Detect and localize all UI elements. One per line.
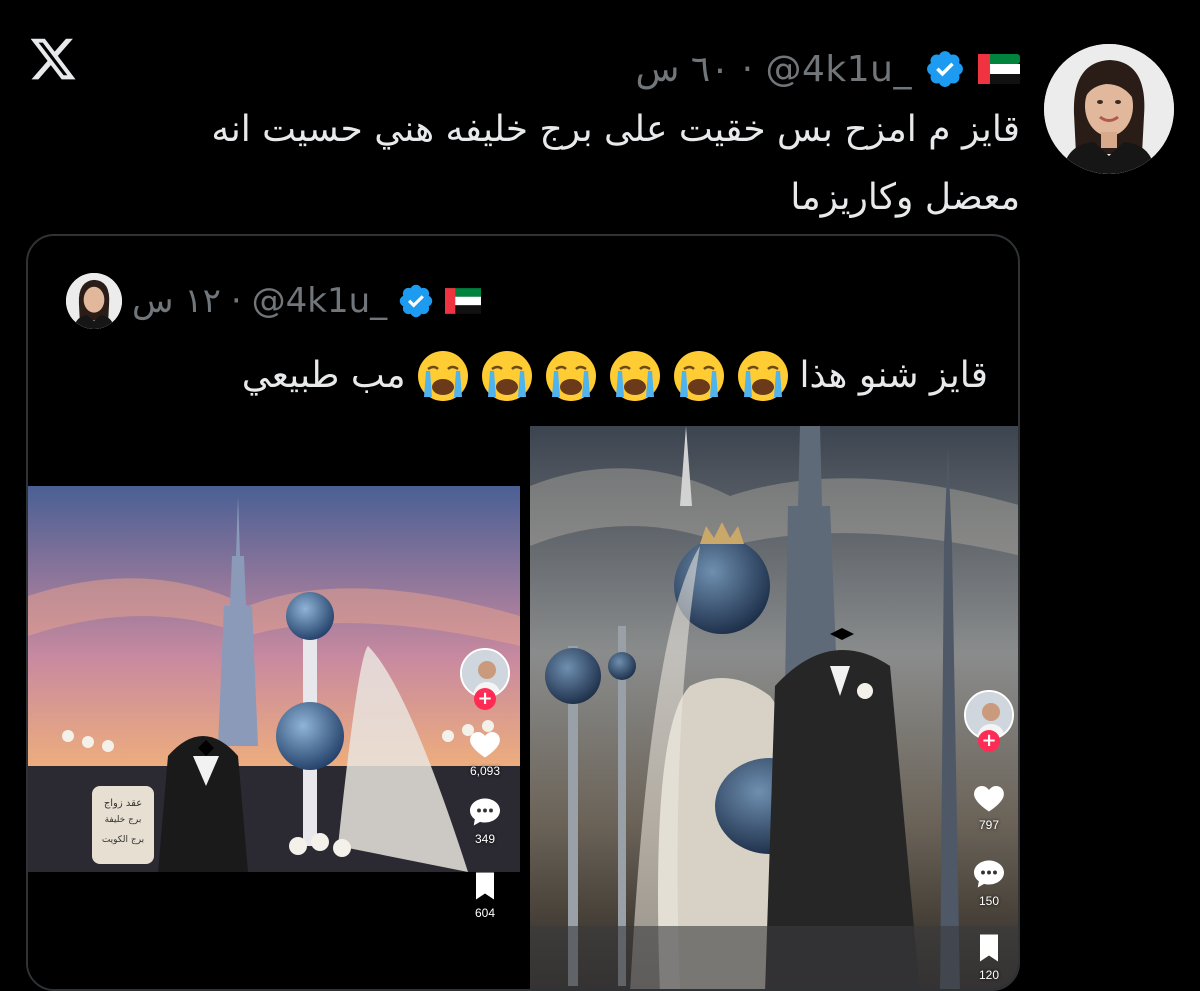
avatar-portrait [1044, 44, 1174, 174]
author-avatar[interactable] [1044, 44, 1174, 174]
wedding-tower-image-1: عقد زواج برج خليفة برج الكويت [28, 486, 520, 872]
follow-plus-icon[interactable]: + [978, 730, 1000, 752]
like-count: 6,093 [469, 764, 501, 778]
svg-text:عقد زواج: عقد زواج [104, 798, 142, 809]
quoted-text: قايز شنو هذا [799, 355, 988, 396]
quoted-author-avatar[interactable] [66, 273, 122, 329]
heart-icon[interactable] [467, 726, 503, 762]
tweet-text-line: معضل وكاريزما [790, 177, 1020, 218]
media-right[interactable]: + 797 150 120 [530, 426, 1018, 989]
emoji-row [416, 349, 790, 403]
quoted-tweet-header: ١٢ س · @4k1u_ [132, 276, 482, 326]
author-handle[interactable]: @4k1u_ [766, 49, 912, 90]
tiktok-side-actions: + 6,093 349 604 [460, 648, 510, 920]
tweet-header: ٦٠ س · @4k1u_ [636, 44, 1020, 94]
media-left[interactable]: عقد زواج برج خليفة برج الكويت + 6,093 34… [28, 426, 524, 989]
bookmark-icon[interactable] [971, 930, 1007, 966]
comment-icon[interactable] [971, 856, 1007, 892]
verified-badge-icon[interactable] [397, 282, 435, 320]
wedding-tower-image-2 [530, 426, 1018, 989]
heart-icon[interactable] [971, 780, 1007, 816]
uae-flag-icon [978, 54, 1020, 84]
save-count: 120 [978, 968, 1000, 982]
uae-flag-icon [445, 288, 482, 314]
crying-face-emoji [737, 351, 788, 401]
quoted-tweet-card[interactable]: ١٢ س · @4k1u_ قايز شنو هذا مب طبيعي عقد … [26, 234, 1020, 991]
avatar-portrait [66, 273, 122, 329]
save-count: 604 [474, 906, 496, 920]
quoted-tweet-body: قايز شنو هذا مب طبيعي [58, 348, 988, 404]
tweet-time[interactable]: ٦٠ س [636, 49, 730, 90]
crying-face-emoji [417, 351, 468, 401]
bookmark-icon[interactable] [467, 868, 503, 904]
quoted-handle[interactable]: @4k1u_ [252, 281, 388, 321]
verified-badge-icon[interactable] [924, 48, 966, 90]
svg-text:برج الكويت: برج الكويت [102, 835, 144, 845]
crying-face-emoji [609, 351, 660, 401]
follow-plus-icon[interactable]: + [474, 688, 496, 710]
comment-count: 150 [978, 894, 1000, 908]
tweet-text-line: قايز م امزح بس خقيت على برج خليفه هني حس… [211, 109, 1020, 150]
crying-face-emoji [481, 351, 532, 401]
tweet-body: قايز م امزح بس خقيت على برج خليفه هني حس… [120, 96, 1020, 232]
quoted-time[interactable]: ١٢ س [132, 281, 221, 321]
comment-count: 349 [474, 832, 496, 846]
svg-text:برج خليفة: برج خليفة [105, 815, 142, 825]
comment-icon[interactable] [467, 794, 503, 830]
quoted-text-tail: مب طبيعي [241, 355, 406, 396]
like-count: 797 [978, 818, 1000, 832]
meta-separator: · [741, 48, 754, 90]
meta-separator: · [230, 281, 242, 321]
crying-face-emoji [545, 351, 596, 401]
crying-face-emoji [673, 351, 724, 401]
tiktok-side-actions: + 797 150 120 [964, 690, 1014, 982]
x-logo-icon[interactable] [28, 34, 78, 84]
